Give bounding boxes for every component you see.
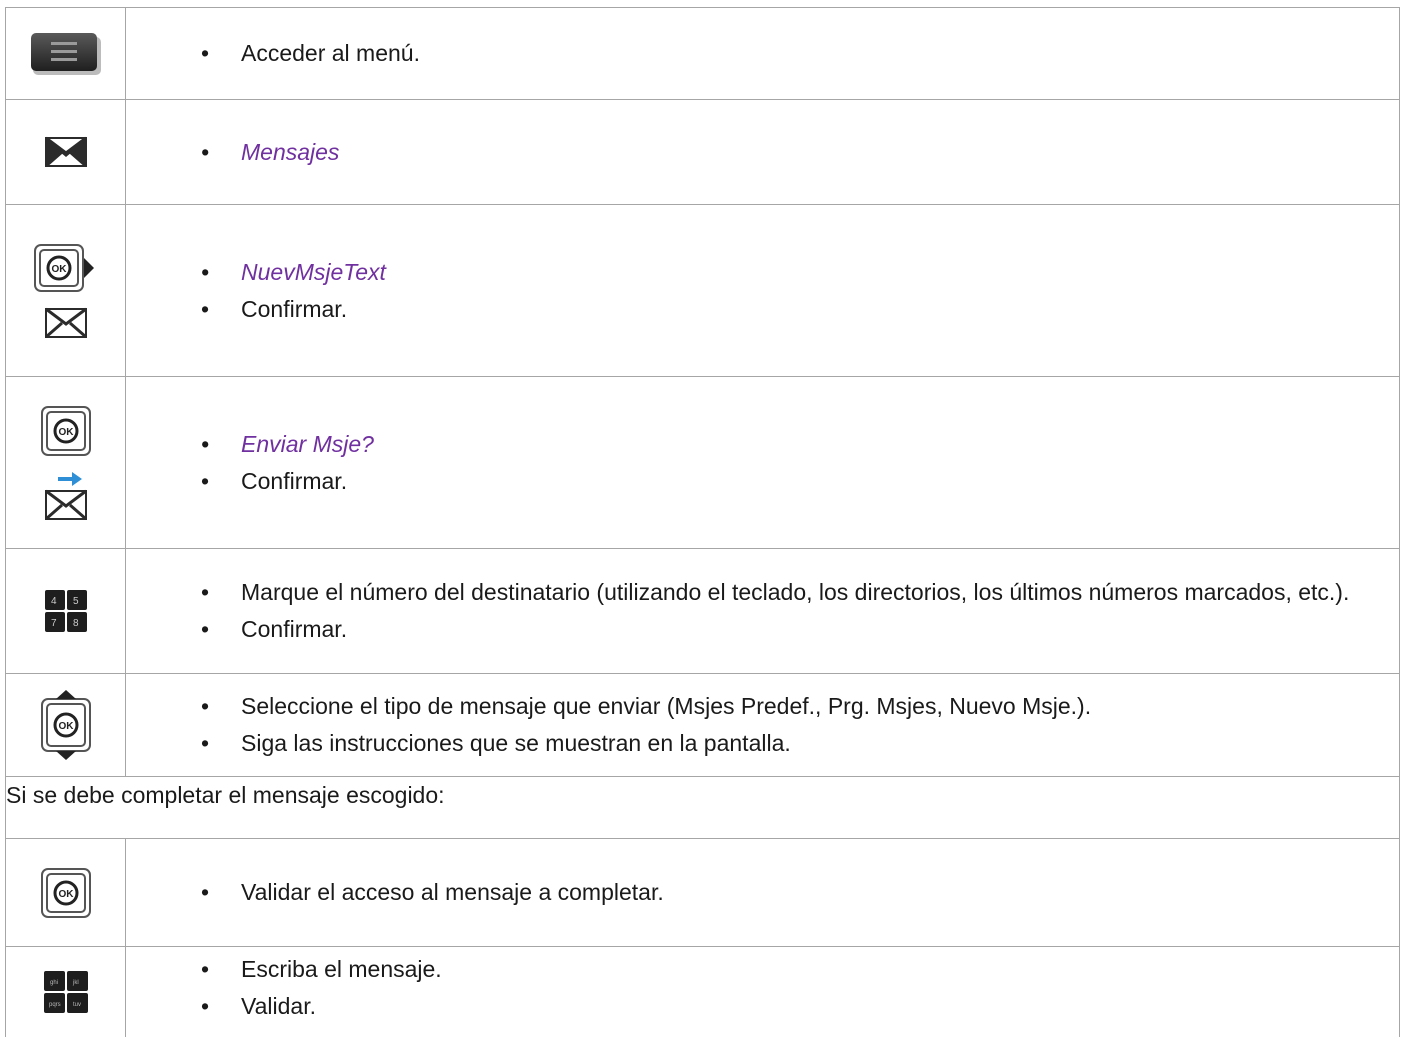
list-item: Siga las instrucciones que se muestran e… [201, 725, 1399, 762]
svg-text:jkl: jkl [72, 980, 79, 986]
svg-text:tuv: tuv [73, 1002, 81, 1008]
text-cell: Marque el número del destinatario (utili… [125, 548, 1400, 674]
ok-right-arrow-key-icon: OK [33, 243, 94, 292]
svg-text:OK: OK [58, 427, 74, 438]
text-cell: Mensajes [125, 99, 1400, 205]
envelope-icon [44, 136, 87, 168]
svg-text:5: 5 [73, 596, 79, 607]
icon-cell: ghi jkl pqrs tuv [5, 946, 126, 1037]
text-cell: Seleccione el tipo de mensaje que enviar… [125, 673, 1400, 777]
send-message-icon [44, 471, 87, 520]
icon-cell: OK [5, 673, 126, 777]
icon-cell [5, 7, 126, 100]
list-item: Escriba el mensaje. [201, 951, 1399, 988]
alpha-keypad-icon: ghi jkl pqrs tuv [43, 970, 88, 1013]
list-item: Seleccione el tipo de mensaje que enviar… [201, 688, 1399, 725]
text-cell: Acceder al menú. [125, 7, 1400, 100]
icon-cell: OK [5, 376, 126, 549]
svg-text:7: 7 [51, 618, 57, 629]
step-row: Acceder al menú. [5, 7, 1400, 100]
list-item: Acceder al menú. [201, 35, 1399, 72]
procedure-table: Acceder al menú. Mensajes OK [5, 7, 1400, 1037]
text-cell: Enviar Msje? Confirmar. [125, 376, 1400, 549]
list-item: Validar el acceso al mensaje a completar… [201, 874, 1399, 911]
text-cell: Validar el acceso al mensaje a completar… [125, 838, 1400, 947]
ok-key-icon: OK [40, 405, 91, 456]
step-row: Mensajes [5, 99, 1400, 205]
icon-cell: OK [5, 838, 126, 947]
text-cell: NuevMsjeText Confirmar. [125, 204, 1400, 377]
icon-cell [5, 99, 126, 205]
menu-keyword: Enviar Msje? [201, 426, 1399, 463]
step-row: OK Seleccione el tipo de mensaje que env… [5, 673, 1400, 777]
list-item: Validar. [201, 988, 1399, 1025]
step-row: 4 5 7 8 Marque el número del destinatari… [5, 548, 1400, 674]
step-row: OK NuevMsjeText Confirmar. [5, 204, 1400, 377]
numeric-keypad-icon: 4 5 7 8 [44, 590, 87, 632]
svg-text:8: 8 [73, 618, 79, 629]
list-item: Confirmar. [201, 291, 1399, 328]
menu-key-icon [30, 32, 101, 75]
icon-cell: 4 5 7 8 [5, 548, 126, 674]
list-item: Confirmar. [201, 463, 1399, 500]
envelope-icon [44, 307, 87, 338]
menu-keyword: NuevMsjeText [201, 254, 1399, 291]
text-cell: Escriba el mensaje. Validar. [125, 946, 1400, 1037]
step-row: ghi jkl pqrs tuv Escriba el mensaje. Val… [5, 946, 1400, 1037]
svg-text:OK: OK [58, 721, 74, 732]
menu-keyword: Mensajes [201, 134, 1399, 171]
svg-text:ghi: ghi [50, 980, 58, 986]
step-row: OK Enviar Msje? Confirmar. [5, 376, 1400, 549]
list-item: Confirmar. [201, 611, 1399, 648]
svg-text:OK: OK [51, 264, 67, 275]
step-row: OK Validar el acceso al mensaje a comple… [5, 838, 1400, 947]
ok-key-icon: OK [40, 867, 91, 918]
note-text: Si se debe completar el mensaje escogido… [5, 776, 1400, 839]
ok-up-down-navigation-icon: OK [40, 690, 91, 760]
svg-text:OK: OK [58, 889, 74, 900]
svg-text:4: 4 [51, 596, 57, 607]
svg-text:pqrs: pqrs [49, 1002, 61, 1008]
note-row: Si se debe completar el mensaje escogido… [5, 776, 1400, 839]
icon-cell: OK [5, 204, 126, 377]
list-item: Marque el número del destinatario (utili… [201, 574, 1399, 611]
